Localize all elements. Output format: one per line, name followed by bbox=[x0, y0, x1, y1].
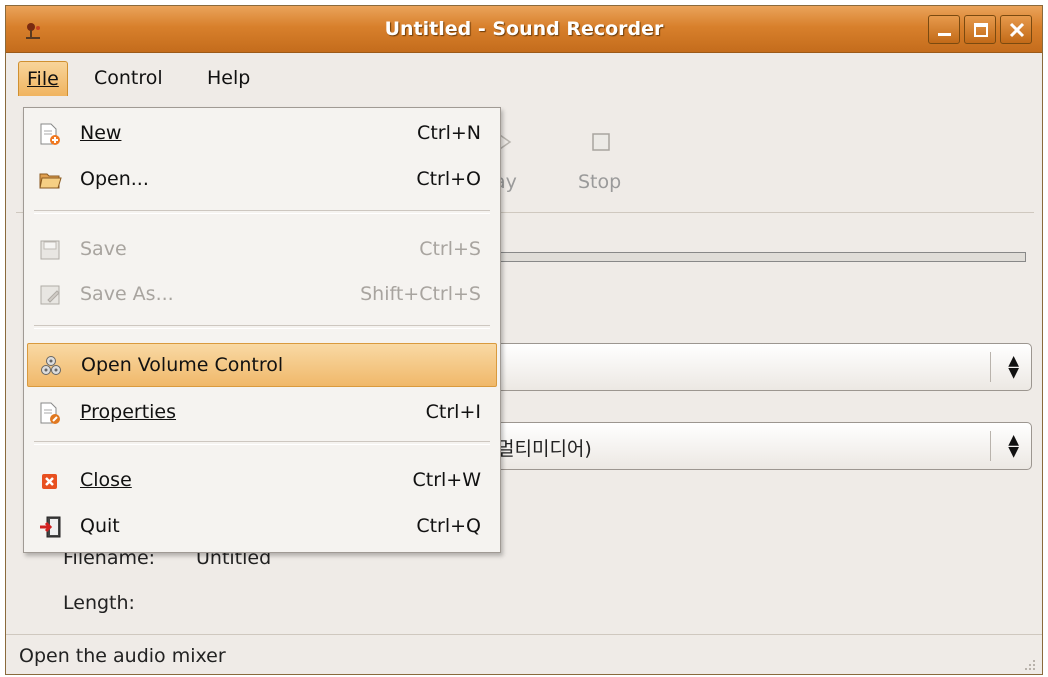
menu-item-accel: Ctrl+W bbox=[412, 469, 481, 491]
combo-updown-icon: ▲ ▼ bbox=[1008, 432, 1019, 460]
input-source-combo[interactable]: 멀티미디어) ▲ ▼ bbox=[496, 422, 1032, 470]
menu-item-open-volume-control[interactable]: Open Volume Control bbox=[27, 343, 497, 387]
input-source-value: 멀티미디어) bbox=[497, 438, 592, 460]
menu-item-quit[interactable]: Quit Ctrl+Q bbox=[27, 505, 497, 549]
menu-separator bbox=[34, 325, 490, 329]
maximize-button[interactable] bbox=[964, 15, 996, 44]
minimize-button[interactable] bbox=[928, 15, 960, 44]
menu-item-label: Properties bbox=[80, 401, 177, 423]
menu-item-accel: Ctrl+Q bbox=[416, 515, 481, 537]
menu-separator bbox=[34, 210, 490, 214]
maximize-icon bbox=[974, 23, 988, 37]
stop-icon bbox=[592, 133, 610, 151]
new-file-icon bbox=[40, 123, 60, 145]
status-bar: Open the audio mixer bbox=[6, 634, 1042, 674]
resize-grip-icon[interactable] bbox=[1022, 657, 1036, 671]
menu-item-label: New bbox=[80, 122, 122, 144]
menu-item-label: Save As... bbox=[80, 283, 174, 305]
menu-help-label: Help bbox=[207, 67, 251, 89]
length-label: Length: bbox=[63, 592, 135, 614]
stop-button[interactable]: Stop bbox=[578, 171, 621, 193]
quit-icon bbox=[40, 516, 61, 538]
menu-item-label: Quit bbox=[80, 515, 120, 537]
record-progress-bar bbox=[496, 252, 1026, 262]
combo-updown-icon: ▲ ▼ bbox=[1008, 353, 1019, 381]
close-x-icon bbox=[1009, 22, 1025, 38]
menu-item-properties[interactable]: Properties Ctrl+I bbox=[27, 391, 497, 435]
menu-file-label: File bbox=[27, 68, 59, 90]
menu-item-accel: Shift+Ctrl+S bbox=[360, 283, 481, 305]
menu-item-save: Save Ctrl+S bbox=[27, 228, 497, 272]
open-folder-icon bbox=[39, 173, 62, 189]
properties-icon bbox=[40, 402, 60, 424]
menu-control[interactable]: Control bbox=[86, 61, 171, 95]
menu-item-accel: Ctrl+O bbox=[416, 168, 481, 190]
title-bar[interactable]: Untitled - Sound Recorder bbox=[6, 6, 1042, 53]
menu-bar: File Control Help bbox=[6, 53, 1042, 103]
menu-control-label: Control bbox=[94, 67, 163, 89]
save-icon bbox=[40, 240, 60, 260]
close-window-button[interactable] bbox=[1000, 15, 1032, 44]
window-title: Untitled - Sound Recorder bbox=[384, 18, 664, 40]
menu-item-label: Close bbox=[80, 469, 132, 491]
combo-separator bbox=[990, 431, 991, 461]
menu-item-save-as: Save As... Shift+Ctrl+S bbox=[27, 273, 497, 317]
menu-item-label: Open Volume Control bbox=[81, 354, 284, 376]
close-icon bbox=[42, 474, 57, 489]
record-format-combo[interactable]: ▲ ▼ bbox=[496, 343, 1032, 391]
save-as-icon bbox=[40, 285, 60, 305]
menu-item-new[interactable]: New Ctrl+N bbox=[27, 112, 497, 156]
menu-item-label: Open... bbox=[80, 168, 149, 190]
menu-separator bbox=[34, 441, 490, 445]
sound-recorder-window: Untitled - Sound Recorder File Control H… bbox=[5, 5, 1043, 675]
minimize-icon bbox=[938, 33, 951, 36]
status-text: Open the audio mixer bbox=[19, 645, 226, 667]
menu-item-accel: Ctrl+N bbox=[417, 122, 481, 144]
menu-item-accel: Ctrl+S bbox=[419, 238, 481, 260]
menu-item-close[interactable]: Close Ctrl+W bbox=[27, 459, 497, 503]
volume-control-icon bbox=[41, 356, 61, 375]
menu-item-label: Save bbox=[80, 238, 127, 260]
menu-item-open[interactable]: Open... Ctrl+O bbox=[27, 158, 497, 202]
menu-help[interactable]: Help bbox=[199, 61, 258, 95]
combo-separator bbox=[990, 352, 991, 382]
menu-file[interactable]: File bbox=[18, 61, 68, 96]
file-menu-dropdown: New Ctrl+N Open... Ctrl+O Save Ctrl+S Sa… bbox=[23, 107, 501, 553]
menu-item-accel: Ctrl+I bbox=[425, 401, 481, 423]
